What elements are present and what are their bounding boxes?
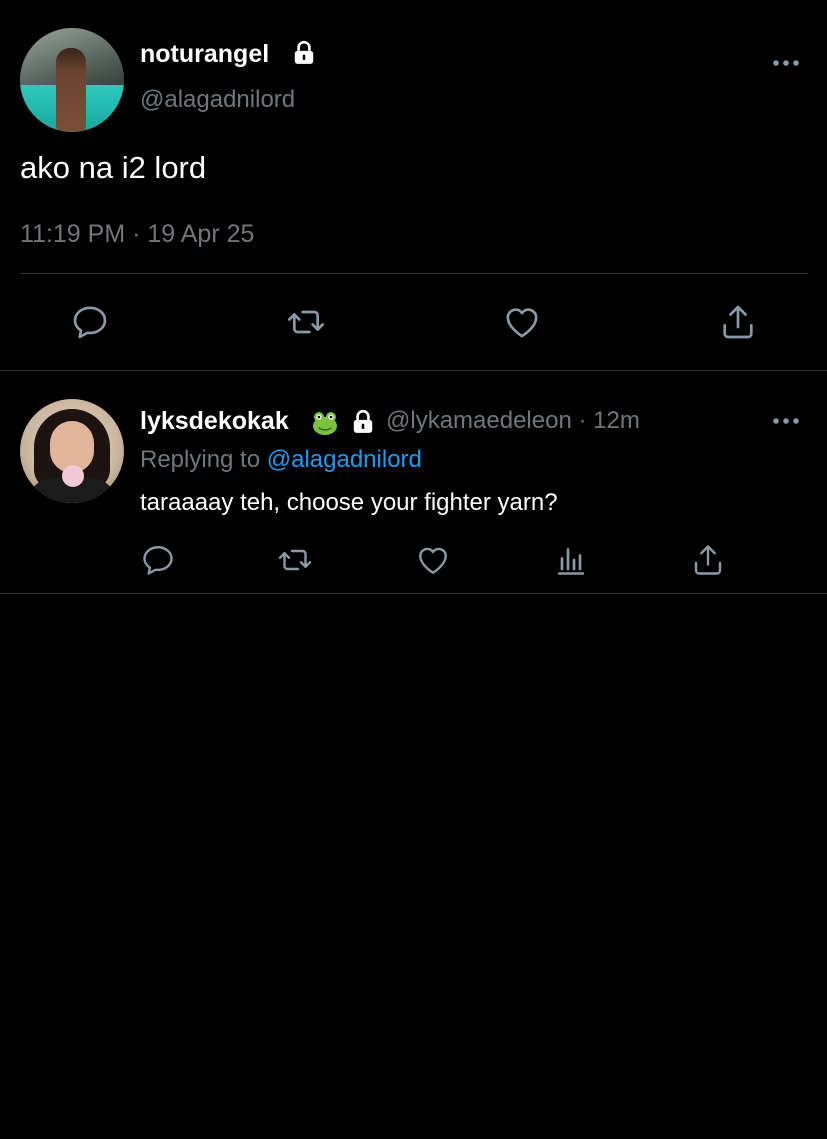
- handle-and-time[interactable]: @lykamaedeleon · 12m: [386, 407, 640, 435]
- reply-button[interactable]: [140, 542, 176, 578]
- analytics-icon: [557, 548, 585, 575]
- tweet-text: ako na i2 lord: [20, 150, 207, 185]
- avatar-cake: [62, 465, 84, 487]
- frog-emoji-icon: [313, 412, 337, 435]
- replying-to: Replying to @alagadnilord: [140, 446, 422, 474]
- divider: [20, 273, 808, 274]
- share-button[interactable]: [690, 542, 726, 578]
- divider: [0, 593, 827, 594]
- display-name[interactable]: lyksdekokak: [140, 407, 289, 436]
- retweet-icon: [288, 310, 324, 334]
- share-icon: [723, 305, 753, 339]
- lock-icon: [294, 40, 314, 64]
- mention-link[interactable]: @alagadnilord: [267, 446, 422, 473]
- like-button[interactable]: [415, 542, 451, 578]
- tweet-text: taraaaay teh, choose your fighter yarn?: [140, 489, 558, 516]
- main-tweet: noturangel @alagadnilord ako na i2 lord …: [0, 0, 827, 371]
- reply-button[interactable]: [70, 302, 110, 342]
- retweet-button[interactable]: [286, 302, 326, 342]
- retweet-button[interactable]: [277, 542, 313, 578]
- avatar[interactable]: [20, 28, 124, 132]
- timestamp[interactable]: 11:19 PM · 19 Apr 25: [20, 220, 254, 249]
- more-horizontal-icon[interactable]: [772, 58, 800, 68]
- heart-icon: [506, 308, 538, 338]
- retweet-icon: [278, 549, 312, 571]
- lock-icon: [353, 409, 373, 433]
- handle[interactable]: @alagadnilord: [140, 86, 295, 114]
- display-name[interactable]: noturangel: [140, 40, 269, 69]
- analytics-button[interactable]: [553, 542, 589, 578]
- share-icon: [694, 545, 722, 575]
- reply-icon: [73, 306, 107, 339]
- more-horizontal-icon[interactable]: [772, 416, 800, 426]
- like-button[interactable]: [502, 302, 542, 342]
- reply-icon: [143, 546, 173, 575]
- avatar[interactable]: [20, 399, 124, 503]
- share-button[interactable]: [718, 302, 758, 342]
- replying-to-label: Replying to: [140, 446, 261, 473]
- avatar-person: [56, 48, 86, 132]
- heart-icon: [419, 547, 447, 574]
- divider: [0, 370, 827, 371]
